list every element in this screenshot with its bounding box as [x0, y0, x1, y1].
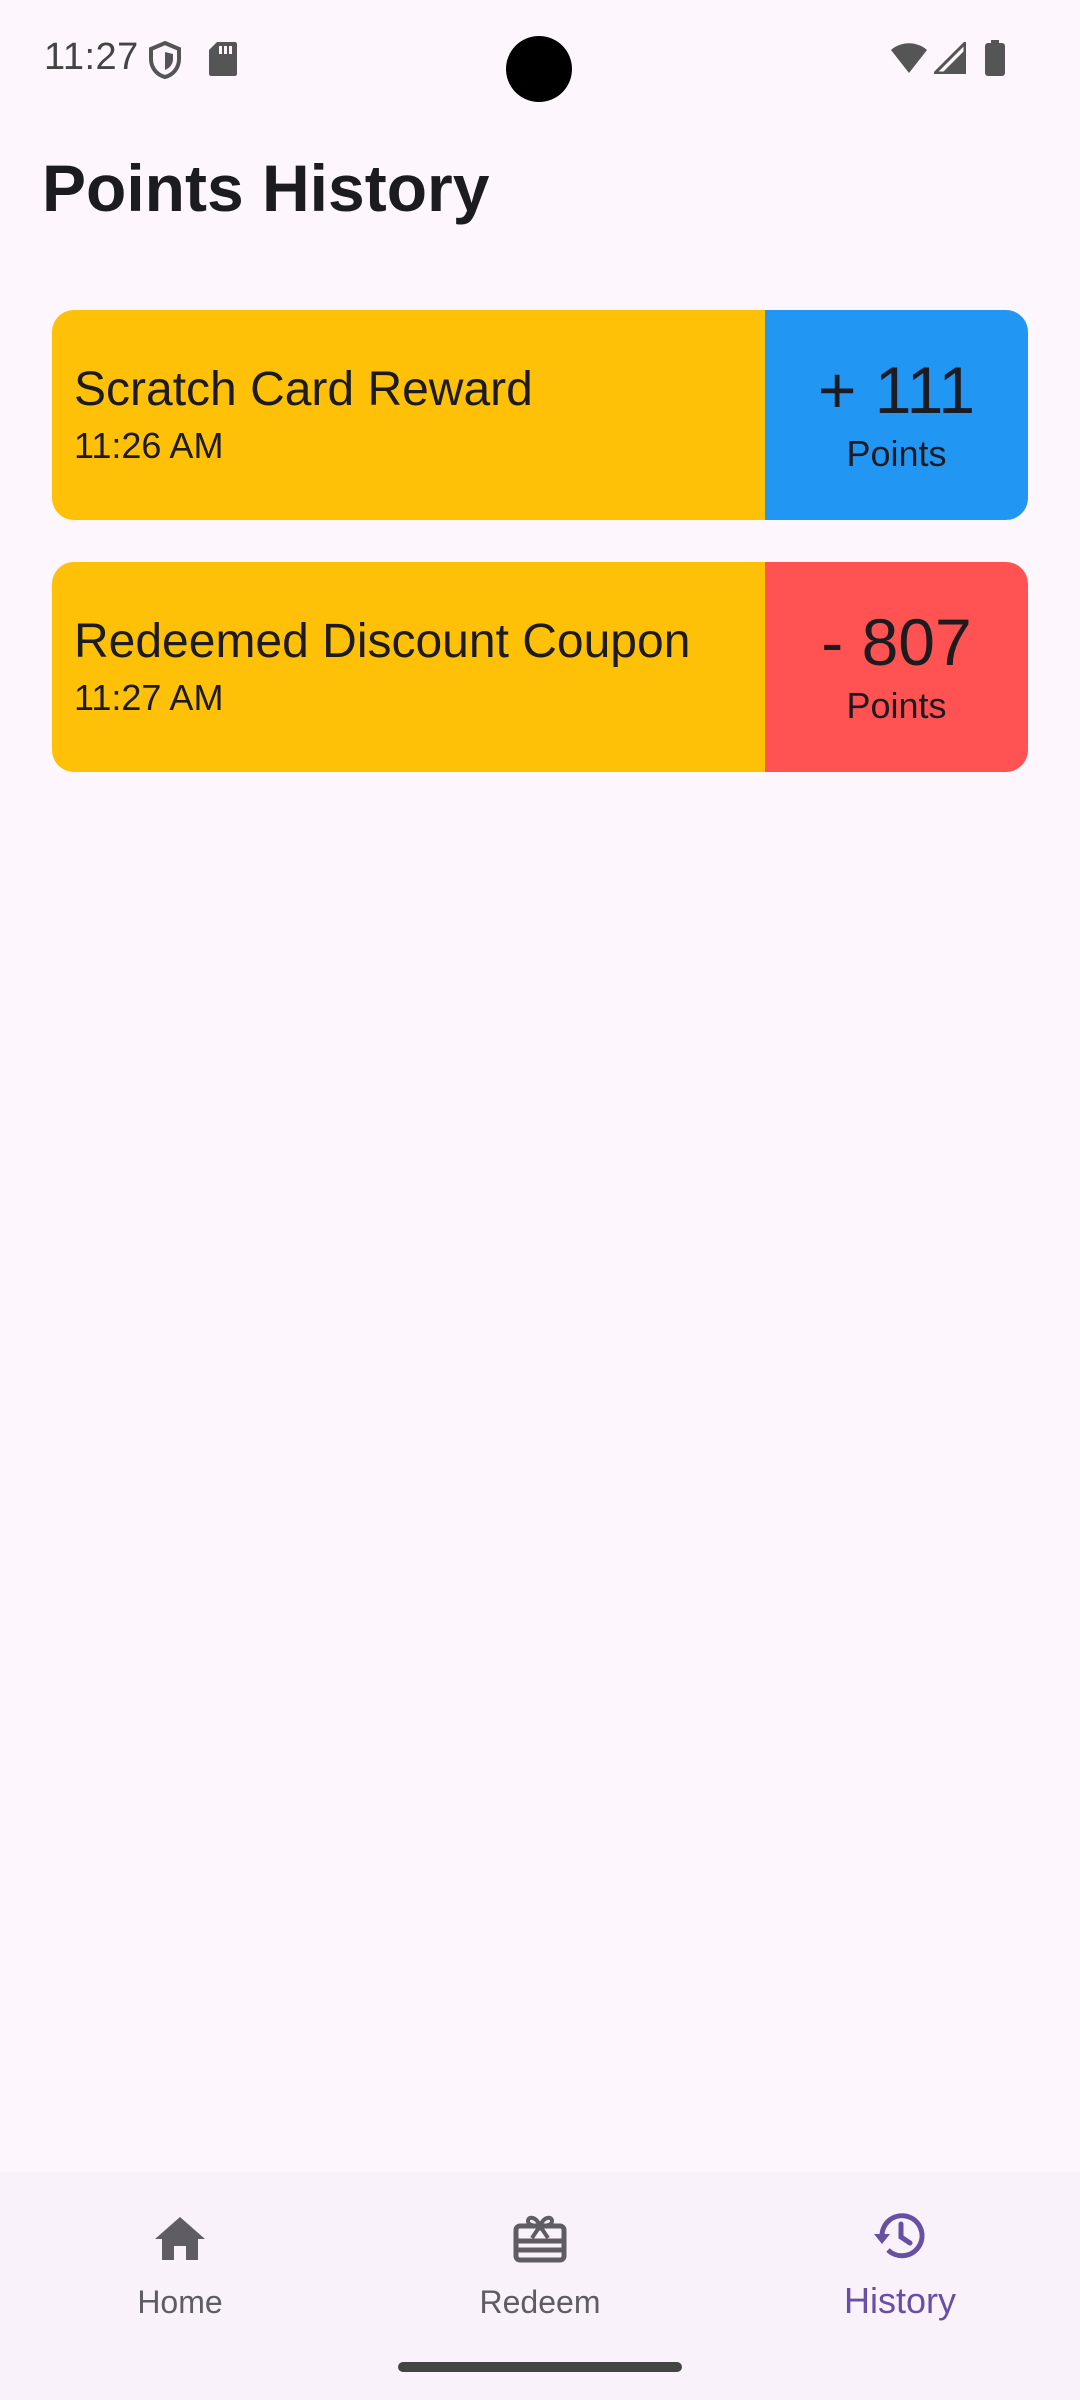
history-item-details: Scratch Card Reward 11:26 AM: [52, 310, 765, 520]
shield-icon: [148, 40, 182, 85]
points-amount: + 111: [817, 353, 976, 427]
page-title: Points History: [42, 151, 490, 225]
points-unit-label: Points: [846, 685, 947, 726]
history-item-title: Redeemed Discount Coupon: [74, 615, 691, 668]
status-bar: 11:27: [0, 0, 1080, 130]
home-indicator-handle[interactable]: [398, 2362, 682, 2372]
nav-item-label: Home: [137, 2284, 223, 2320]
battery-icon: [984, 40, 1006, 81]
home-icon: [155, 2217, 205, 2260]
history-item-title: Scratch Card Reward: [74, 363, 533, 416]
points-amount: - 807: [821, 605, 972, 679]
history-item-time: 11:26 AM: [74, 425, 224, 466]
points-unit-label: Points: [846, 433, 947, 474]
gift-card-icon: [513, 2215, 567, 2263]
nav-item-label: History: [843, 2280, 956, 2321]
wifi-icon: [890, 42, 928, 79]
status-time: 11:27: [44, 36, 139, 78]
points-badge-credit: + 111 Points: [765, 310, 1028, 520]
points-badge-debit: - 807 Points: [765, 562, 1028, 772]
history-item-time: 11:27 AM: [74, 677, 224, 718]
history-icon: [874, 2213, 925, 2259]
nav-item-label: Redeem: [479, 2284, 601, 2320]
nav-item-history[interactable]: History: [750, 2172, 1050, 2372]
nav-item-home[interactable]: Home: [30, 2172, 330, 2372]
nav-item-redeem[interactable]: Redeem: [390, 2172, 690, 2372]
history-item[interactable]: Scratch Card Reward 11:26 AM + 111 Point…: [52, 310, 1028, 520]
history-item-details: Redeemed Discount Coupon 11:27 AM: [52, 562, 765, 772]
sd-card-icon: [208, 40, 238, 83]
cellular-signal-icon: [931, 39, 967, 79]
camera-cutout: [506, 36, 572, 102]
history-item[interactable]: Redeemed Discount Coupon 11:27 AM - 807 …: [52, 562, 1028, 772]
